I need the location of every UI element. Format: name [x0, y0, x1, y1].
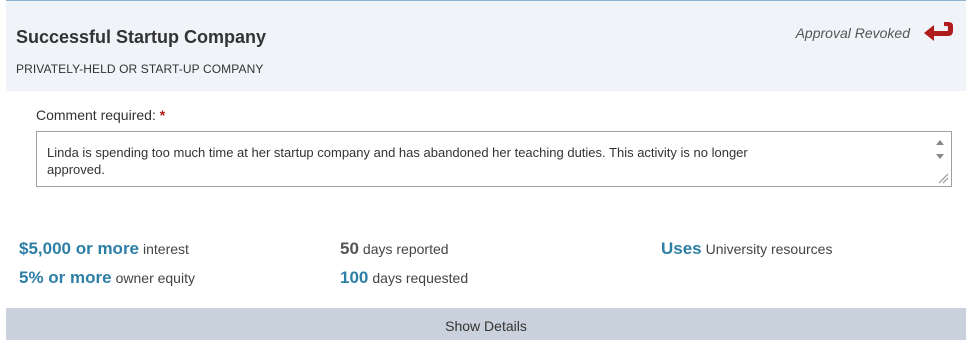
required-marker: * [159, 107, 166, 123]
show-details-button[interactable]: Show Details [6, 308, 966, 340]
equity-value: 5% or more [19, 268, 112, 287]
comment-text[interactable]: Linda is spending too much time at her s… [47, 144, 921, 178]
return-arrow-icon[interactable] [922, 21, 956, 45]
days-reported-value: 50 [340, 239, 359, 258]
interest-metric: $5,000 or more interest [19, 239, 189, 259]
days-reported-metric: 50 days reported [340, 239, 449, 259]
resources-value: Uses [661, 239, 702, 258]
resize-handle-icon[interactable] [937, 172, 949, 184]
card-header: Successful Startup Company PRIVATELY-HEL… [6, 1, 966, 91]
scroll-down-icon[interactable] [936, 154, 944, 159]
interest-label: interest [143, 241, 189, 257]
resources-metric: Uses University resources [661, 239, 832, 259]
scroll-up-icon[interactable] [936, 140, 944, 145]
comment-label: Comment required: * [36, 107, 165, 123]
interest-value: $5,000 or more [19, 239, 140, 258]
resources-label: University resources [705, 241, 833, 257]
card-subtitle: PRIVATELY-HELD OR START-UP COMPANY [16, 62, 264, 76]
comment-textarea[interactable]: Linda is spending too much time at her s… [36, 131, 952, 187]
approval-status-text: Approval Revoked [795, 25, 910, 41]
approval-status: Approval Revoked [796, 21, 956, 45]
days-requested-metric: 100 days requested [340, 268, 468, 288]
days-reported-label: days reported [362, 241, 449, 257]
comment-label-text: Comment required: [36, 107, 156, 123]
days-requested-value: 100 [340, 268, 369, 287]
days-requested-label: days requested [372, 270, 469, 286]
equity-label: owner equity [115, 270, 195, 286]
activity-card: Successful Startup Company PRIVATELY-HEL… [6, 0, 966, 340]
equity-metric: 5% or more owner equity [19, 268, 195, 288]
card-title: Successful Startup Company [16, 27, 267, 47]
